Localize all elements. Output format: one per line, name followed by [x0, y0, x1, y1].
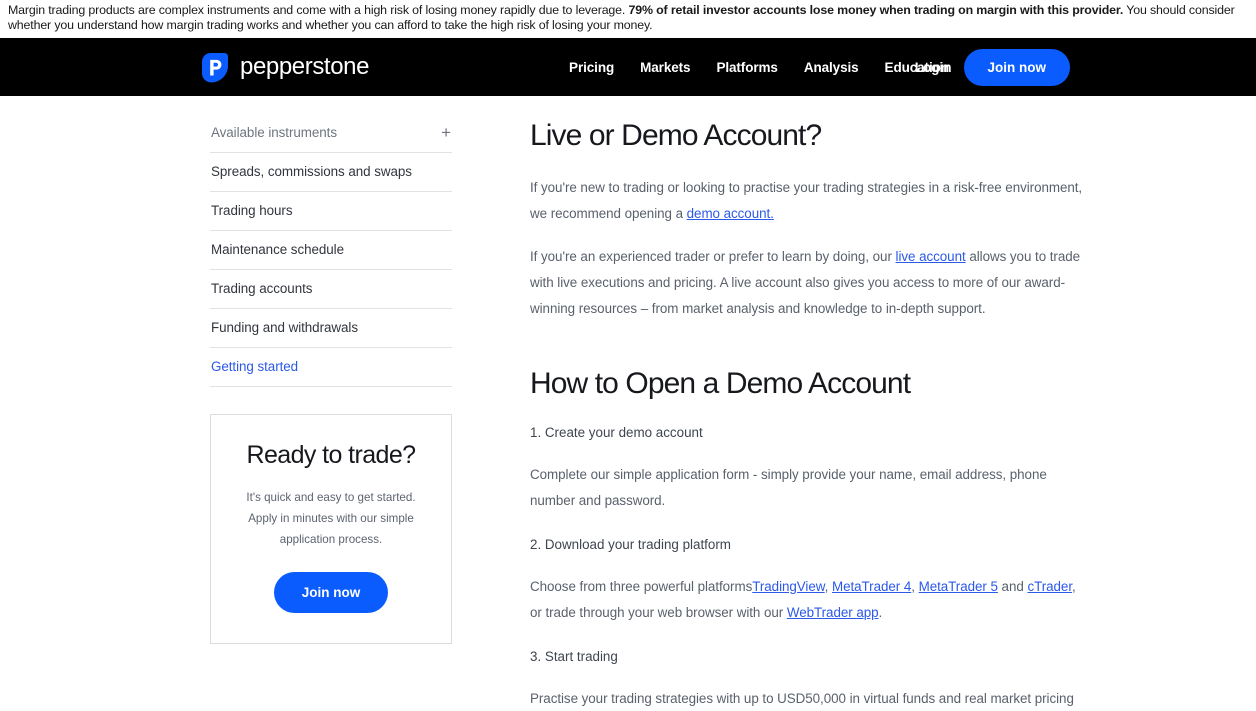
intro-paragraph-1-text: If you're new to trading or looking to p…: [530, 180, 1083, 221]
sidebar-item-label: Funding and withdrawals: [211, 320, 358, 335]
cta-title: Ready to trade?: [246, 441, 417, 469]
ctrader-link[interactable]: cTrader: [1027, 579, 1072, 594]
brand-name: pepperstone: [240, 53, 370, 80]
sidebar-item-label: Trading accounts: [211, 281, 313, 296]
intro-paragraph-1: If you're new to trading or looking to p…: [530, 175, 1090, 227]
sidebar-item-funding-and-withdrawals[interactable]: Funding and withdrawals: [210, 309, 452, 348]
step-2-text-a: Choose from three powerful platforms: [530, 579, 753, 594]
nav-actions: Login Join now: [915, 48, 1070, 86]
disclaimer-text-bold: 79% of retail investor accounts lose mon…: [628, 3, 1124, 17]
nav-item-platforms[interactable]: Platforms: [716, 60, 777, 75]
page-body: Available instruments + Spreads, commiss…: [0, 96, 1256, 711]
step-1-title: 1. Create your demo account: [530, 425, 703, 440]
ready-to-trade-card: Ready to trade? It's quick and easy to g…: [210, 414, 452, 644]
tradingview-link[interactable]: TradingView: [752, 579, 824, 594]
step-3-body: Practise your trading strategies with up…: [530, 691, 1074, 706]
login-link[interactable]: Login: [915, 60, 952, 75]
nav-item-analysis[interactable]: Analysis: [804, 60, 859, 75]
demo-account-link[interactable]: demo account.: [687, 206, 774, 221]
intro-paragraph-2-text-a: If you're an experienced trader or prefe…: [530, 249, 896, 264]
step-2-text-and: and: [997, 579, 1028, 594]
risk-disclaimer-banner: Margin trading products are complex inst…: [0, 0, 1256, 38]
page-title: Live or Demo Account?: [530, 119, 822, 152]
sidebar-item-trading-accounts[interactable]: Trading accounts: [210, 270, 452, 309]
plus-icon[interactable]: +: [441, 124, 451, 141]
sidebar-item-available-instruments[interactable]: Available instruments +: [210, 114, 452, 153]
sidebar-item-label: Getting started: [211, 359, 299, 374]
pepperstone-shield-icon: [200, 52, 230, 83]
sidebar-item-label: Trading hours: [211, 203, 293, 218]
sidebar-item-maintenance-schedule[interactable]: Maintenance schedule: [210, 231, 452, 270]
join-now-button-header[interactable]: Join now: [963, 48, 1070, 86]
sidebar-item-label: Available instruments: [211, 125, 337, 140]
brand-logo[interactable]: pepperstone: [200, 52, 369, 83]
sidebar-item-label: Maintenance schedule: [211, 242, 344, 257]
step-1-body: Complete our simple application form - s…: [530, 467, 1047, 508]
sidebar-item-label: Spreads, commissions and swaps: [211, 164, 412, 179]
sidebar-item-spreads-commissions-swaps[interactable]: Spreads, commissions and swaps: [210, 153, 452, 192]
step-2-title: 2. Download your trading platform: [530, 537, 731, 552]
nav-item-pricing[interactable]: Pricing: [569, 60, 614, 75]
sidebar-item-getting-started[interactable]: Getting started: [210, 348, 452, 387]
metatrader-5-link[interactable]: MetaTrader 5: [919, 579, 998, 594]
live-account-link[interactable]: live account: [896, 249, 966, 264]
nav-item-markets[interactable]: Markets: [640, 60, 690, 75]
intro-paragraph-2: If you're an experienced trader or prefe…: [530, 244, 1090, 322]
disclaimer-text-part1: Margin trading products are complex inst…: [8, 3, 629, 17]
sidebar: Available instruments + Spreads, commiss…: [210, 114, 452, 711]
article-content: Live or Demo Account? If you're new to t…: [530, 114, 1090, 711]
step-2-body: Choose from three powerful platformsTrad…: [530, 579, 1076, 620]
join-now-button-card[interactable]: Join now: [273, 572, 389, 613]
step-3-title: 3. Start trading: [530, 649, 618, 664]
webtrader-app-link[interactable]: WebTrader app: [787, 605, 879, 620]
step-2-text-c: .: [878, 605, 883, 620]
sidebar-item-trading-hours[interactable]: Trading hours: [210, 192, 452, 231]
top-navigation-bar: pepperstone Pricing Markets Platforms An…: [0, 38, 1256, 96]
section-title-how-to-open: How to Open a Demo Account: [530, 367, 911, 400]
cta-subtitle: It's quick and easy to get started. Appl…: [246, 491, 416, 546]
metatrader-4-link[interactable]: MetaTrader 4: [832, 579, 911, 594]
